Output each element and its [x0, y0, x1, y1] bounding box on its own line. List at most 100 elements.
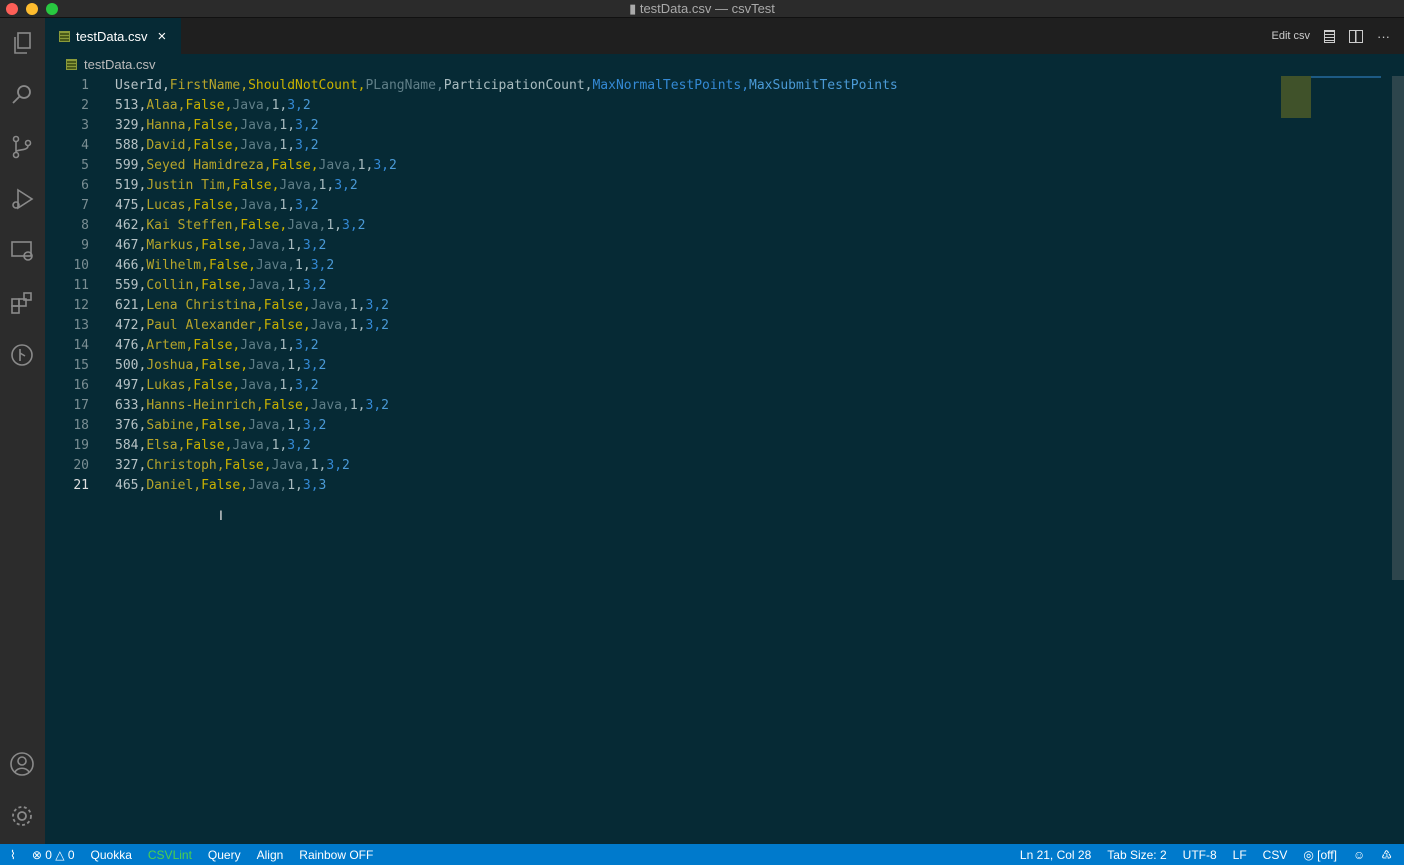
- csv-separator: ,: [302, 378, 311, 393]
- language-mode[interactable]: CSV: [1255, 848, 1296, 862]
- code-line[interactable]: 8 462,Kai Steffen,False,Java,1,3,2: [45, 216, 898, 236]
- csv-field: 1: [287, 478, 296, 493]
- csv-separator: ,: [240, 358, 249, 373]
- csv-field: Java: [310, 298, 342, 313]
- end-of-line[interactable]: LF: [1225, 848, 1255, 862]
- csv-field: 2: [310, 198, 319, 213]
- extensions-icon[interactable]: [9, 290, 35, 316]
- code-line[interactable]: 12 621,Lena Christina,False,Java,1,3,2: [45, 296, 898, 316]
- csv-separator: ,: [240, 418, 249, 433]
- csv-separator: ,: [302, 198, 311, 213]
- csv-field: Alaa: [146, 98, 178, 113]
- line-content: 462,Kai Steffen,False,Java,1,3,2: [89, 216, 365, 236]
- csv-field: Java: [248, 238, 280, 253]
- line-number: 3: [81, 118, 89, 133]
- csv-separator: ,: [240, 478, 249, 493]
- query-button[interactable]: Query: [200, 848, 249, 862]
- tab-label: testData.csv: [76, 28, 148, 44]
- breadcrumb-file[interactable]: testData.csv: [84, 57, 156, 72]
- code-line[interactable]: 10 466,Wilhelm,False,Java,1,3,2: [45, 256, 898, 276]
- rainbow-toggle[interactable]: Rainbow OFF: [291, 848, 381, 862]
- tab-close-icon[interactable]: ×: [158, 28, 167, 45]
- csv-field: Java: [240, 378, 272, 393]
- source-control-icon[interactable]: [9, 134, 35, 160]
- window-title: testData.csv — csvTest: [639, 1, 775, 16]
- breadcrumb: testData.csv: [66, 57, 156, 72]
- csv-field: 3: [310, 258, 319, 273]
- csv-field: Elsa: [146, 438, 178, 453]
- activity-bar: [0, 18, 45, 844]
- minimize-window-button[interactable]: [26, 3, 38, 15]
- csv-field: Java: [310, 398, 342, 413]
- code-line[interactable]: 11 559,Collin,False,Java,1,3,2: [45, 276, 898, 296]
- minimap[interactable]: [1281, 76, 1381, 118]
- code-line[interactable]: 18 376,Sabine,False,Java,1,3,2: [45, 416, 898, 436]
- line-content: 497,Lukas,False,Java,1,3,2: [89, 376, 319, 396]
- search-icon[interactable]: [9, 82, 35, 108]
- maximize-window-button[interactable]: [46, 3, 58, 15]
- code-line[interactable]: 17 633,Hanns-Heinrich,False,Java,1,3,2: [45, 396, 898, 416]
- code-line[interactable]: 4 588,David,False,Java,1,3,2: [45, 136, 898, 156]
- feedback-icon[interactable]: ☺: [1345, 848, 1373, 862]
- csv-field: Hanna: [146, 118, 186, 133]
- tab-testdata-csv[interactable]: testData.csv ×: [45, 18, 181, 54]
- tab-size[interactable]: Tab Size: 2: [1099, 848, 1174, 862]
- code-line[interactable]: 14 476,Artem,False,Java,1,3,2: [45, 336, 898, 356]
- csv-field: Java: [248, 478, 280, 493]
- csv-field: False: [193, 378, 233, 393]
- live-share-status[interactable]: ◎ [off]: [1295, 848, 1345, 862]
- settings-gear-icon[interactable]: [9, 803, 35, 829]
- csv-field: False: [201, 418, 241, 433]
- code-line[interactable]: 1 UserId,FirstName,ShouldNotCount,PLangNa…: [45, 76, 898, 96]
- csv-field: Sabine: [146, 418, 194, 433]
- code-line[interactable]: 9 467,Markus,False,Java,1,3,2: [45, 236, 898, 256]
- file-icon: ▮: [629, 1, 640, 16]
- quokka-button[interactable]: Quokka: [83, 848, 140, 862]
- more-actions-icon[interactable]: ···: [1377, 29, 1390, 44]
- code-line[interactable]: 3 329,Hanna,False,Java,1,3,2: [45, 116, 898, 136]
- csv-field: 2: [302, 438, 311, 453]
- split-editor-icon[interactable]: [1349, 29, 1363, 43]
- explorer-icon[interactable]: [9, 30, 35, 56]
- edit-csv-button[interactable]: Edit csv: [1271, 30, 1310, 42]
- code-line[interactable]: 13 472,Paul Alexander,False,Java,1,3,2: [45, 316, 898, 336]
- code-line[interactable]: 5 599,Seyed Hamidreza,False,Java,1,3,2: [45, 156, 898, 176]
- csv-field: False: [185, 98, 225, 113]
- csv-field: False: [193, 198, 233, 213]
- line-content: 475,Lucas,False,Java,1,3,2: [89, 196, 319, 216]
- code-line[interactable]: 20 327,Christoph,False,Java,1,3,2: [45, 456, 898, 476]
- remote-explorer-icon[interactable]: [9, 238, 35, 264]
- csvlint-button[interactable]: CSVLint: [140, 848, 200, 862]
- encoding[interactable]: UTF-8: [1175, 848, 1225, 862]
- code-line[interactable]: 7 475,Lucas,False,Java,1,3,2: [45, 196, 898, 216]
- cursor-position[interactable]: Ln 21, Col 28: [1012, 848, 1099, 862]
- csv-field: Java: [240, 198, 272, 213]
- code-line[interactable]: 2 513,Alaa,False,Java,1,3,2: [45, 96, 898, 116]
- csv-separator: ,: [302, 398, 311, 413]
- account-icon[interactable]: [9, 751, 35, 777]
- csv-field: 2: [381, 398, 389, 413]
- csv-field: False: [263, 298, 303, 313]
- code-line[interactable]: 16 497,Lukas,False,Java,1,3,2: [45, 376, 898, 396]
- csv-preview-icon[interactable]: [1324, 29, 1335, 43]
- code-line[interactable]: 6 519,Justin Tim,False,Java,1,3,2: [45, 176, 898, 196]
- close-window-button[interactable]: [6, 3, 18, 15]
- remote-icon[interactable]: ⌇: [0, 848, 24, 862]
- code-editor[interactable]: 1 UserId,FirstName,ShouldNotCount,PLangNa…: [45, 76, 898, 496]
- notifications-bell-icon[interactable]: ♳: [1373, 848, 1404, 862]
- align-button[interactable]: Align: [249, 848, 292, 862]
- run-debug-icon[interactable]: [9, 186, 35, 212]
- code-line[interactable]: 21 465,Daniel,False,Java,1,3,3: [45, 476, 898, 496]
- csv-field: Lucas: [146, 198, 186, 213]
- csv-separator: ,: [342, 398, 350, 413]
- line-content: UserId,FirstName,ShouldNotCount,PLangNam…: [89, 76, 898, 96]
- gitlens-icon[interactable]: [9, 342, 35, 368]
- line-number: 5: [81, 158, 89, 173]
- code-line[interactable]: 15 500,Joshua,False,Java,1,3,2: [45, 356, 898, 376]
- vertical-scrollbar[interactable]: [1392, 76, 1404, 580]
- code-line[interactable]: 19 584,Elsa,False,Java,1,3,2: [45, 436, 898, 456]
- problems-indicator[interactable]: ⊗ 0 △ 0: [24, 848, 83, 862]
- csv-separator: ,: [302, 338, 311, 353]
- csv-separator: ,: [741, 78, 750, 93]
- csv-field: 2: [302, 98, 311, 113]
